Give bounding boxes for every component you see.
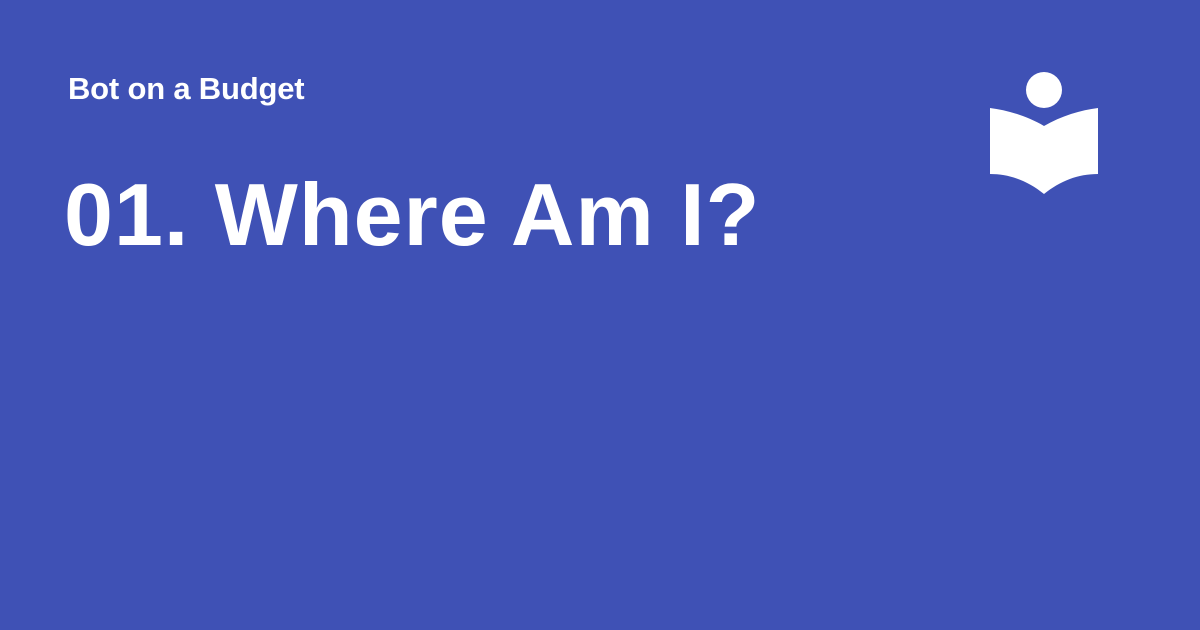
social-card: Bot on a Budget 01. Where Am I? [0, 0, 1200, 630]
series-label: Bot on a Budget [68, 71, 305, 106]
page-title: 01. Where Am I? [64, 165, 761, 264]
reader-book-icon-graphic [990, 72, 1098, 194]
reader-book-icon [990, 72, 1098, 196]
